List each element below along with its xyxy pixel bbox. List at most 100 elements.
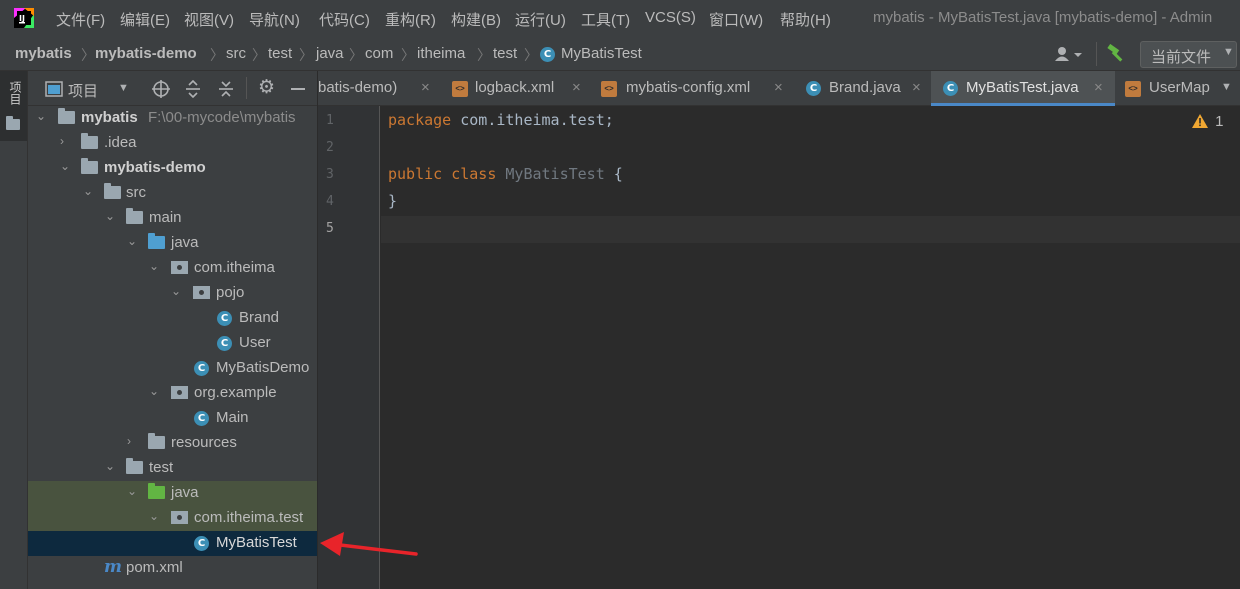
chevron-right-icon[interactable]: › <box>127 434 131 448</box>
tree-row[interactable]: C Brand <box>28 306 317 331</box>
menu-code[interactable]: 代码(C) <box>319 9 370 30</box>
breadcrumb-item[interactable]: test <box>268 45 292 62</box>
tree-row[interactable]: ⌄ com.itheima.test <box>28 506 317 531</box>
tree-row[interactable]: ⌄ src <box>28 181 317 206</box>
breadcrumb-item[interactable]: test <box>493 45 517 62</box>
tree-row[interactable]: ⌄ pojo <box>28 281 317 306</box>
tab-mybatistest-active[interactable]: C MyBatisTest.java × <box>931 71 1115 106</box>
current-line-highlight <box>381 216 1240 243</box>
menu-run[interactable]: 运行(U) <box>515 9 566 30</box>
project-view-icon <box>45 81 63 97</box>
chevron-down-icon[interactable]: ⌄ <box>36 109 46 123</box>
locate-crosshair-icon[interactable] <box>151 79 171 99</box>
tab-usermapper[interactable]: <> UserMap ▼ <box>1115 71 1240 106</box>
hide-panel-icon[interactable] <box>291 88 305 90</box>
collapse-all-icon[interactable] <box>217 80 235 98</box>
chevron-down-icon[interactable]: ⌄ <box>105 209 115 223</box>
run-configuration-select[interactable]: 当前文件 ▼ <box>1140 41 1237 68</box>
tree-row-selected[interactable]: C MyBatisTest <box>28 531 317 556</box>
user-icon[interactable] <box>1054 46 1084 62</box>
tab-mybatis-demo[interactable]: batis-demo) × <box>318 71 442 106</box>
menu-window[interactable]: 窗口(W) <box>709 9 763 30</box>
chevron-down-icon[interactable]: ⌄ <box>149 509 159 523</box>
tree-label: test <box>149 459 174 476</box>
tree-row[interactable]: › .idea <box>28 131 317 156</box>
menu-tools[interactable]: 工具(T) <box>581 9 630 30</box>
close-icon[interactable]: × <box>912 79 921 96</box>
tree-row[interactable]: C Main <box>28 406 317 431</box>
menu-file[interactable]: 文件(F) <box>56 9 105 30</box>
close-icon[interactable]: × <box>1094 79 1103 96</box>
tree-label: java <box>171 234 199 251</box>
breadcrumb-item[interactable]: java <box>316 45 344 62</box>
menu-refactor[interactable]: 重构(R) <box>385 9 436 30</box>
tree-row[interactable]: ⌄ java <box>28 231 317 256</box>
tab-logback[interactable]: <> logback.xml × <box>442 71 591 106</box>
code-keyword: class <box>451 165 497 183</box>
chevron-down-icon[interactable]: ⌄ <box>105 459 115 473</box>
panel-title[interactable]: 项目 <box>68 80 98 101</box>
project-tool-tab[interactable]: 项目 <box>0 71 27 141</box>
gear-icon[interactable]: ⚙ <box>258 76 275 99</box>
menu-help[interactable]: 帮助(H) <box>780 9 831 30</box>
chevron-down-icon[interactable]: ⌄ <box>171 284 181 298</box>
project-tool-label: 项目 <box>8 81 22 105</box>
menu-navigate[interactable]: 导航(N) <box>249 9 300 30</box>
close-icon[interactable]: × <box>421 79 430 96</box>
menu-vcs[interactable]: VCS(S) <box>645 9 696 26</box>
close-icon[interactable]: × <box>572 79 581 96</box>
tree-row[interactable]: ⌄ java <box>28 481 317 506</box>
chevron-down-icon[interactable]: ⌄ <box>149 384 159 398</box>
chevron-down-icon[interactable]: ▼ <box>118 82 129 94</box>
package-icon <box>171 386 188 399</box>
chevron-down-icon[interactable]: ▼ <box>1221 81 1232 93</box>
package-icon <box>171 261 188 274</box>
close-icon[interactable]: × <box>774 79 783 96</box>
xml-file-icon: <> <box>452 81 468 97</box>
tree-row[interactable]: ⌄ mybatis-demo <box>28 156 317 181</box>
tree-row[interactable]: C MyBatisDemo <box>28 356 317 381</box>
tree-row[interactable]: C User <box>28 331 317 356</box>
hammer-build-icon[interactable] <box>1106 44 1126 64</box>
chevron-right-icon[interactable]: › <box>60 134 64 148</box>
inspection-widget[interactable]: 1 <box>1192 113 1224 132</box>
menu-build[interactable]: 构建(B) <box>451 9 501 30</box>
tree-row[interactable]: ⌄ main <box>28 206 317 231</box>
tree-label: mybatis-demo <box>104 159 206 176</box>
code-line-3[interactable]: public class MyBatisTest { <box>388 165 623 183</box>
breadcrumb-item[interactable]: com <box>365 45 393 62</box>
warning-icon <box>1192 114 1208 128</box>
tree-row[interactable]: ⌄ test <box>28 456 317 481</box>
expand-all-icon[interactable] <box>184 80 202 98</box>
breadcrumb-item[interactable]: src <box>226 45 246 62</box>
code-line-1[interactable]: package com.itheima.test; <box>388 111 614 129</box>
tree-row[interactable]: › resources <box>28 431 317 456</box>
folder-icon <box>126 458 143 474</box>
breadcrumb-item[interactable]: mybatis <box>15 45 72 62</box>
tree-row[interactable]: ⌄ org.example <box>28 381 317 406</box>
breadcrumb-item[interactable]: mybatis-demo <box>95 45 197 62</box>
menu-view[interactable]: 视图(V) <box>184 9 234 30</box>
tab-brand[interactable]: C Brand.java × <box>794 71 931 106</box>
chevron-down-icon[interactable]: ⌄ <box>127 484 137 498</box>
dropdown-arrow-icon: ▼ <box>1223 46 1234 58</box>
breadcrumb-item[interactable]: itheima <box>417 45 465 62</box>
chevron-down-icon[interactable]: ⌄ <box>83 184 93 198</box>
code-text: com.itheima.test; <box>451 111 614 129</box>
tab-mybatis-config[interactable]: <> mybatis-config.xml × <box>591 71 794 106</box>
toolbar-divider <box>246 77 247 99</box>
chevron-down-icon[interactable]: ⌄ <box>127 234 137 248</box>
tree-row[interactable]: m pom.xml <box>28 556 317 581</box>
tree-row[interactable]: ⌄ com.itheima <box>28 256 317 281</box>
breadcrumb-item[interactable]: MyBatisTest <box>561 45 642 62</box>
maven-icon: m <box>104 557 122 577</box>
tree-label: java <box>171 484 199 501</box>
tab-label: mybatis-config.xml <box>626 79 751 96</box>
chevron-down-icon[interactable]: ⌄ <box>149 259 159 273</box>
menu-edit[interactable]: 编辑(E) <box>120 9 170 30</box>
code-line-4[interactable]: } <box>388 192 397 210</box>
chevron-down-icon[interactable]: ⌄ <box>60 159 70 173</box>
java-main-class-icon: C <box>194 411 209 426</box>
tree-row[interactable]: ⌄ mybatis F:\00-mycode\mybatis <box>28 106 317 131</box>
code-keyword: package <box>388 111 452 129</box>
